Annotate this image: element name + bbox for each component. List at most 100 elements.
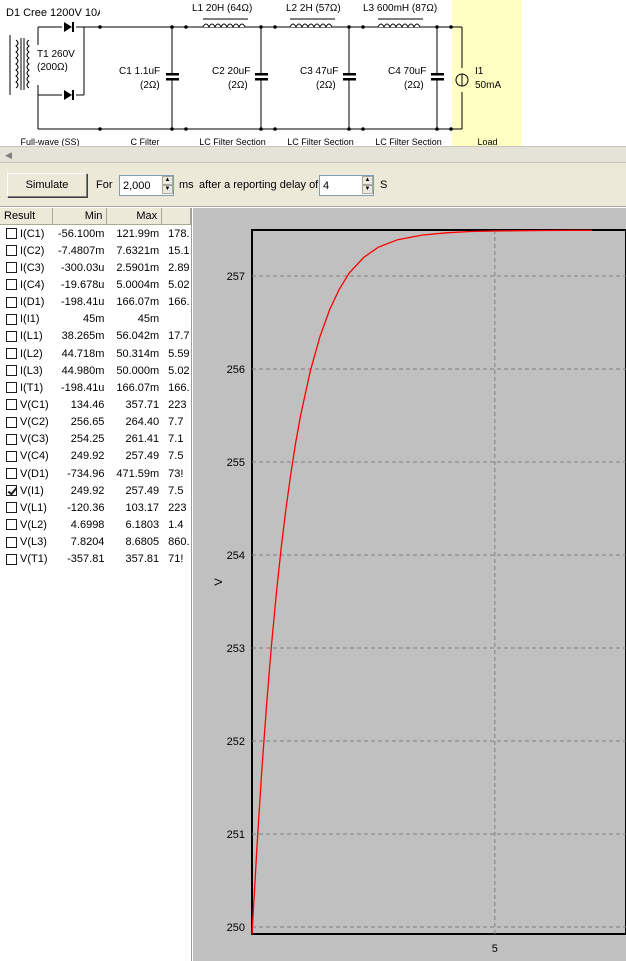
- table-row[interactable]: I(C2) -7.4807m 7.6321m 15.1: [0, 242, 191, 259]
- plot-toggle-checkbox[interactable]: [6, 450, 17, 462]
- result-min: -120.36: [67, 501, 105, 514]
- table-row[interactable]: V(C1) 134.46 357.71 223: [0, 396, 191, 413]
- plot-toggle-checkbox[interactable]: [6, 330, 17, 342]
- diode-symbols: [64, 22, 74, 100]
- result-min: 249.92: [70, 484, 105, 497]
- plot-toggle-checkbox[interactable]: [6, 416, 17, 428]
- result-name: I(C1): [20, 227, 45, 240]
- plot-toggle-checkbox[interactable]: [6, 382, 17, 394]
- c4-resistance: (2Ω): [404, 80, 424, 91]
- duration-up-icon[interactable]: ▲: [162, 176, 173, 185]
- results-header: Result Min Max: [0, 208, 191, 225]
- table-row[interactable]: I(D1) -198.41u 166.07m 166.: [0, 294, 191, 311]
- duration-spinner[interactable]: ▲ ▼: [119, 175, 174, 196]
- result-name-cell: V(L1): [0, 502, 53, 514]
- result-max: 103.17: [125, 501, 160, 514]
- simulate-button[interactable]: Simulate: [7, 173, 87, 197]
- table-row[interactable]: V(C2) 256.65 264.40 7.7: [0, 414, 191, 431]
- y-tick-label: 252: [227, 736, 245, 748]
- result-name: V(C2): [20, 416, 49, 429]
- plot-toggle-checkbox[interactable]: [6, 228, 17, 240]
- delay-up-icon[interactable]: ▲: [362, 176, 373, 185]
- table-row[interactable]: I(C3) -300.03u 2.5901m 2.89: [0, 259, 191, 276]
- result-max: 257.49: [125, 450, 160, 463]
- header-result[interactable]: Result: [0, 208, 53, 224]
- duration-input[interactable]: [120, 176, 161, 195]
- table-row[interactable]: V(C3) 254.25 261.41 7.1: [0, 431, 191, 448]
- table-row[interactable]: V(L3) 7.8204 8.6805 860.: [0, 534, 191, 551]
- table-row[interactable]: I(I1) 45m 45m: [0, 311, 191, 328]
- result-min: 7.8204: [70, 536, 105, 549]
- table-row[interactable]: V(D1) -734.96 471.59m 73!: [0, 465, 191, 482]
- plot-toggle-checkbox[interactable]: [6, 399, 17, 411]
- y-tick-label: 255: [227, 457, 245, 469]
- plot-toggle-checkbox[interactable]: [6, 262, 17, 274]
- duration-down-icon[interactable]: ▼: [162, 185, 173, 194]
- table-row[interactable]: V(T1) -357.81 357.81 71!: [0, 551, 191, 568]
- table-row[interactable]: I(T1) -198.41u 166.07m 166.: [0, 379, 191, 396]
- c2-label[interactable]: C2 20uF: [212, 66, 250, 77]
- l2-label[interactable]: L2 2H (57Ω): [286, 3, 341, 14]
- plot-toggle-checkbox[interactable]: [6, 279, 17, 291]
- plot-toggle-checkbox[interactable]: [6, 245, 17, 257]
- t1-label[interactable]: T1 260V: [37, 49, 75, 60]
- plot-toggle-checkbox[interactable]: [6, 485, 17, 497]
- result-extra: 5.02: [168, 278, 190, 291]
- plot-toggle-checkbox[interactable]: [6, 296, 17, 308]
- result-max: 50.000m: [116, 364, 160, 377]
- table-row[interactable]: I(L3) 44.980m 50.000m 5.02: [0, 362, 191, 379]
- result-name: V(C3): [20, 433, 49, 446]
- c4-label[interactable]: C4 70uF: [388, 66, 426, 77]
- table-row[interactable]: V(L2) 4.6998 6.1803 1.4: [0, 516, 191, 533]
- delay-spinner[interactable]: ▲ ▼: [319, 175, 374, 196]
- d1-label[interactable]: D1 Cree 1200V 10A: [6, 7, 100, 19]
- result-min: 249.92: [70, 450, 105, 463]
- plot-toggle-checkbox[interactable]: [6, 553, 17, 565]
- result-min: 256.65: [70, 416, 105, 429]
- table-row[interactable]: I(C4) -19.678u 5.0004m 5.02: [0, 276, 191, 293]
- plot-panel[interactable]: 257 256 255 254 253 252 251 250 5 V: [193, 208, 626, 961]
- horizontal-scrollbar[interactable]: ◀: [0, 146, 626, 163]
- result-name: I(D1): [20, 296, 45, 309]
- delay-down-icon[interactable]: ▼: [362, 185, 373, 194]
- l3-label[interactable]: L3 600mH (87Ω): [363, 3, 437, 14]
- result-name-cell: I(L2): [0, 348, 53, 360]
- table-row[interactable]: I(L1) 38.265m 56.042m 17.7: [0, 328, 191, 345]
- result-name: V(L2): [20, 518, 47, 531]
- table-row[interactable]: V(C4) 249.92 257.49 7.5: [0, 448, 191, 465]
- result-max: 7.6321m: [116, 244, 160, 257]
- i1-label[interactable]: I1: [475, 66, 483, 77]
- plot-toggle-checkbox[interactable]: [6, 313, 17, 325]
- header-max[interactable]: Max: [107, 208, 163, 224]
- c1-label[interactable]: C1 1.1uF: [119, 66, 160, 77]
- result-min: -56.100m: [57, 227, 105, 240]
- delay-input[interactable]: [320, 176, 361, 195]
- result-name-cell: V(C4): [0, 450, 53, 462]
- simulation-toolbar: Simulate For ▲ ▼ ms after a reporting de…: [0, 163, 626, 207]
- results-rows: I(C1) -56.100m 121.99m 178. I(C2) -7.4807m 7.6…: [0, 225, 191, 568]
- result-name: I(T1): [20, 381, 44, 394]
- table-row[interactable]: I(C1) -56.100m 121.99m 178.: [0, 225, 191, 242]
- plot-toggle-checkbox[interactable]: [6, 433, 17, 445]
- plot-toggle-checkbox[interactable]: [6, 519, 17, 531]
- plot-toggle-checkbox[interactable]: [6, 468, 17, 480]
- l1-label[interactable]: L1 20H (64Ω): [192, 3, 252, 14]
- result-extra: 5.02: [168, 364, 190, 377]
- header-min[interactable]: Min: [53, 208, 108, 224]
- plot-toggle-checkbox[interactable]: [6, 365, 17, 377]
- plot-toggle-checkbox[interactable]: [6, 502, 17, 514]
- plot-toggle-checkbox[interactable]: [6, 348, 17, 360]
- header-extra[interactable]: [162, 208, 191, 224]
- transformer-coil: [15, 38, 30, 90]
- table-row[interactable]: V(L1) -120.36 103.17 223: [0, 499, 191, 516]
- result-name: I(C3): [20, 261, 45, 274]
- c3-label[interactable]: C3 47uF: [300, 66, 338, 77]
- result-name-cell: I(C3): [0, 262, 53, 274]
- voltage-chart[interactable]: 257 256 255 254 253 252 251 250 5 V: [193, 208, 626, 961]
- table-row[interactable]: I(L2) 44.718m 50.314m 5.59: [0, 345, 191, 362]
- scroll-left-icon[interactable]: ◀: [2, 149, 15, 161]
- plot-toggle-checkbox[interactable]: [6, 536, 17, 548]
- result-min: 254.25: [70, 433, 105, 446]
- circuit-schematic[interactable]: D1 Cree 1200V 10A T1 260V (200Ω) C1 1.1u…: [0, 0, 626, 147]
- table-row[interactable]: V(I1) 249.92 257.49 7.5: [0, 482, 191, 499]
